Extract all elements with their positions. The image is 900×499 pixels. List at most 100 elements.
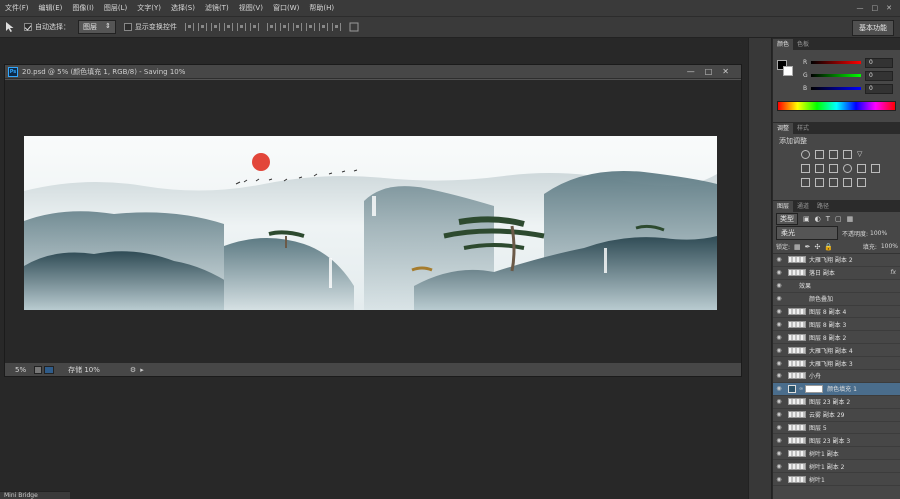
- menu-edit[interactable]: 编辑(E): [34, 3, 68, 13]
- eye-icon[interactable]: ◉: [773, 398, 785, 405]
- g-slider[interactable]: [811, 74, 861, 77]
- color-lookup-icon[interactable]: [871, 163, 880, 173]
- distribute-vcenter-icon[interactable]: [279, 23, 289, 31]
- black-white-icon[interactable]: [829, 163, 838, 173]
- maximize-icon[interactable]: □: [872, 4, 879, 12]
- channel-mixer-icon[interactable]: [857, 163, 866, 173]
- photo-filter-icon[interactable]: [843, 163, 852, 173]
- align-right-icon[interactable]: [249, 23, 259, 31]
- menu-filter[interactable]: 滤镜(T): [200, 3, 234, 13]
- layer-row-selected[interactable]: ◉ ∞ 颜色填充 1: [773, 382, 900, 396]
- layer-row[interactable]: ◉ 大雁飞翔 副本 4: [773, 344, 900, 358]
- fx-badge[interactable]: fx: [890, 269, 900, 276]
- exposure-icon[interactable]: [843, 149, 852, 159]
- tab-adjustments[interactable]: 调整: [773, 123, 794, 134]
- eye-icon[interactable]: ◉: [773, 463, 785, 470]
- vibrance-icon[interactable]: ▽: [857, 150, 866, 159]
- layer-row[interactable]: ◉ 树叶1 副本: [773, 447, 900, 461]
- layer-effects-row[interactable]: ◉ 颜色叠加: [773, 292, 900, 306]
- eye-icon[interactable]: ◉: [773, 385, 785, 392]
- selective-color-icon[interactable]: [843, 177, 852, 187]
- lock-paint-icon[interactable]: ✒: [805, 243, 811, 251]
- color-balance-icon[interactable]: [815, 163, 824, 173]
- b-value[interactable]: 0: [865, 83, 893, 94]
- align-hcenter-icon[interactable]: [236, 23, 246, 31]
- layer-effects-row[interactable]: ◉ 效果: [773, 279, 900, 293]
- filter-adjust-icon[interactable]: ◐: [815, 215, 821, 223]
- tab-layers[interactable]: 图层: [773, 201, 794, 212]
- layer-row[interactable]: ◉ 落日 副本 fx: [773, 266, 900, 280]
- layer-filter-dropdown[interactable]: 类型: [776, 213, 798, 225]
- lock-transparent-icon[interactable]: ▦: [794, 243, 801, 251]
- eye-icon[interactable]: ◉: [773, 308, 785, 315]
- canvas-artwork[interactable]: [24, 136, 717, 310]
- layer-row[interactable]: ◉ 大雁飞翔 副本 3: [773, 357, 900, 371]
- layer-row[interactable]: ◉ 图层 5: [773, 421, 900, 435]
- eye-icon[interactable]: ◉: [773, 269, 785, 276]
- layer-row[interactable]: ◉ 图层 8 副本 3: [773, 318, 900, 332]
- distribute-left-icon[interactable]: [305, 23, 315, 31]
- zoom-level[interactable]: 5%: [5, 366, 34, 374]
- eye-icon[interactable]: ◉: [773, 360, 785, 367]
- close-icon[interactable]: ✕: [886, 4, 892, 12]
- lock-move-icon[interactable]: ✣: [815, 243, 821, 251]
- menu-help[interactable]: 帮助(H): [304, 3, 339, 13]
- eye-icon[interactable]: ◉: [773, 334, 785, 341]
- b-slider[interactable]: [811, 87, 861, 90]
- info-toggle-icon[interactable]: [34, 365, 43, 374]
- layer-row[interactable]: ◉ 大雁飞翔 副本 2: [773, 254, 900, 267]
- auto-align-icon[interactable]: [349, 22, 359, 32]
- eye-icon[interactable]: ◉: [773, 411, 785, 418]
- filter-pixel-icon[interactable]: ▣: [803, 215, 810, 223]
- fill-value[interactable]: 100%: [881, 243, 900, 250]
- auto-select-dropdown[interactable]: 图层 ⇕: [78, 20, 116, 34]
- doc-close-icon[interactable]: ✕: [722, 67, 729, 76]
- align-bottom-icon[interactable]: [210, 23, 220, 31]
- tab-color[interactable]: 颜色: [773, 39, 794, 50]
- r-value[interactable]: 0: [865, 57, 893, 68]
- document-tab[interactable]: Ps 20.psd @ 5% (颜色填充 1, RGB/8) - Saving …: [5, 65, 741, 79]
- r-slider[interactable]: [811, 61, 861, 64]
- background-swatch[interactable]: [783, 66, 793, 76]
- filter-shape-icon[interactable]: ▢: [835, 215, 842, 223]
- color-spectrum[interactable]: [777, 101, 896, 111]
- layer-row[interactable]: ◉ 图层 23 副本 2: [773, 395, 900, 409]
- invert-icon[interactable]: [801, 177, 810, 187]
- eye-icon[interactable]: ◉: [773, 295, 785, 302]
- eye-icon[interactable]: ◉: [773, 282, 785, 289]
- blend-mode-dropdown[interactable]: 柔光: [776, 226, 838, 240]
- curves-icon[interactable]: [829, 149, 838, 159]
- distribute-right-icon[interactable]: [331, 23, 341, 31]
- tab-channels[interactable]: 通道: [793, 201, 813, 212]
- status-menu-arrow-icon[interactable]: ▸: [140, 366, 144, 374]
- menu-layer[interactable]: 图层(L): [99, 3, 132, 13]
- menu-window[interactable]: 窗口(W): [268, 3, 304, 13]
- tab-swatches[interactable]: 色板: [793, 39, 813, 50]
- distribute-top-icon[interactable]: [266, 23, 276, 31]
- opacity-value[interactable]: 100%: [870, 230, 887, 237]
- distribute-hcenter-icon[interactable]: [318, 23, 328, 31]
- align-top-icon[interactable]: [184, 23, 194, 31]
- layer-row[interactable]: ◉ 云雾 副本 29: [773, 408, 900, 422]
- eye-icon[interactable]: ◉: [773, 437, 785, 444]
- eye-icon[interactable]: ◉: [773, 450, 785, 457]
- brightness-icon[interactable]: [801, 149, 810, 159]
- layer-row[interactable]: ◉ 图层 8 副本 4: [773, 305, 900, 319]
- menu-file[interactable]: 文件(F): [0, 3, 34, 13]
- menu-image[interactable]: 图像(I): [67, 3, 99, 13]
- distribute-bottom-icon[interactable]: [292, 23, 302, 31]
- workspace-switcher[interactable]: 基本功能: [852, 20, 894, 36]
- menu-view[interactable]: 视图(V): [234, 3, 268, 13]
- tab-paths[interactable]: 路径: [813, 201, 833, 212]
- layer-row[interactable]: ◉ 图层 23 副本 3: [773, 434, 900, 448]
- doc-minimize-icon[interactable]: —: [687, 67, 695, 76]
- layer-mask-thumbnail[interactable]: [805, 384, 824, 393]
- mini-bridge-tab[interactable]: Mini Bridge: [0, 491, 70, 499]
- filter-type-icon[interactable]: T: [826, 215, 830, 223]
- minimize-icon[interactable]: —: [857, 4, 864, 12]
- layer-row[interactable]: ◉ 树叶1: [773, 473, 900, 487]
- eye-icon[interactable]: ◉: [773, 256, 785, 263]
- auto-select-checkbox[interactable]: [24, 23, 32, 31]
- threshold-icon[interactable]: [829, 177, 838, 187]
- layer-row[interactable]: ◉ 小舟: [773, 370, 900, 383]
